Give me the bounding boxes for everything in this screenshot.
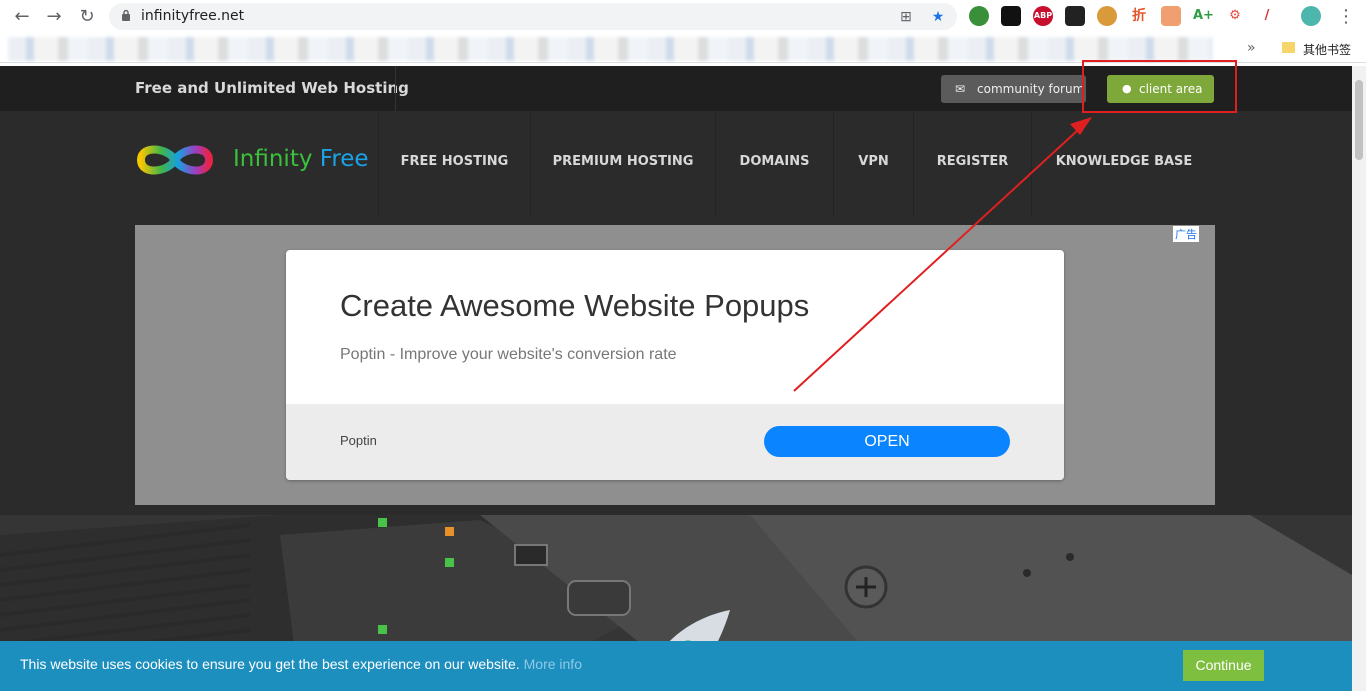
- mask-extension-icon[interactable]: [1065, 6, 1085, 26]
- community-forum-button[interactable]: ✉ community forum: [941, 75, 1086, 103]
- site-logo-text[interactable]: Infinity Free: [233, 146, 369, 172]
- logo-text-free: Free: [319, 146, 369, 172]
- annotation-highlight-box: [1082, 60, 1237, 113]
- site-tagline: Free and Unlimited Web Hosting: [135, 79, 409, 97]
- ad-title[interactable]: Create Awesome Website Popups: [340, 288, 809, 324]
- cookie-extension-icon[interactable]: [1097, 6, 1117, 26]
- ad-card[interactable]: Create Awesome Website Popups Poptin - I…: [286, 250, 1064, 480]
- adblock-plus-icon[interactable]: ABP: [1033, 6, 1053, 26]
- divider: [395, 66, 396, 111]
- forward-icon[interactable]: →: [42, 5, 66, 29]
- page-scrollbar[interactable]: [1352, 66, 1366, 691]
- ad-description: Poptin - Improve your website's conversi…: [340, 346, 677, 363]
- bookmarks-overflow-button[interactable]: »: [1247, 40, 1256, 56]
- nav-register[interactable]: REGISTER: [914, 111, 1031, 216]
- ad-open-button[interactable]: OPEN: [764, 426, 1010, 457]
- ad-advertiser: Poptin: [340, 433, 377, 448]
- discount-extension-icon[interactable]: 折: [1129, 6, 1149, 26]
- cookie-message-text: This website uses cookies to ensure you …: [20, 656, 520, 672]
- reload-icon[interactable]: ↻: [75, 5, 99, 29]
- folder-icon: [1282, 42, 1295, 53]
- ad-badge[interactable]: 广告: [1173, 226, 1199, 242]
- nav-free-hosting[interactable]: FREE HOSTING: [379, 111, 530, 216]
- browser-chrome: ← → ↻ infinityfree.net ⊞ ★ ABP 折 A+ ⚙ / …: [0, 0, 1366, 66]
- pen-extension-icon[interactable]: /: [1257, 6, 1277, 26]
- ad-banner[interactable]: 广告 Create Awesome Website Popups Poptin …: [135, 225, 1215, 505]
- cookie-more-info-link[interactable]: More info: [524, 656, 582, 672]
- bookmark-star-icon[interactable]: ★: [929, 7, 947, 25]
- nav-domains[interactable]: DOMAINS: [716, 111, 833, 216]
- main-navigation: Infinity Free FREE HOSTING PREMIUM HOSTI…: [0, 111, 1352, 216]
- browser-toolbar: ← → ↻ infinityfree.net ⊞ ★ ABP 折 A+ ⚙ / …: [0, 0, 1366, 33]
- url-text: infinityfree.net: [141, 8, 245, 24]
- chat-icon: ✉: [955, 82, 966, 96]
- translate-icon[interactable]: ⊞: [897, 7, 915, 25]
- address-bar[interactable]: infinityfree.net ⊞ ★: [109, 3, 957, 30]
- back-icon[interactable]: ←: [10, 5, 34, 29]
- cookie-message: This website uses cookies to ensure you …: [20, 656, 582, 672]
- profile-avatar[interactable]: [1301, 6, 1321, 26]
- infinity-logo-icon[interactable]: [135, 139, 215, 181]
- cookie-banner: This website uses cookies to ensure you …: [0, 641, 1352, 691]
- lock-icon: [122, 9, 130, 21]
- globe-extension-icon[interactable]: [969, 6, 989, 26]
- menu-icon[interactable]: ⋮: [1334, 5, 1358, 29]
- bookmarks-blurred: [8, 37, 1213, 61]
- nav-premium-hosting[interactable]: PREMIUM HOSTING: [531, 111, 715, 216]
- community-forum-label: community forum: [977, 82, 1085, 96]
- scrollbar-thumb[interactable]: [1355, 80, 1363, 160]
- network-extension-icon[interactable]: ⚙: [1225, 6, 1245, 26]
- tampermonkey-icon[interactable]: [1001, 6, 1021, 26]
- other-bookmarks[interactable]: 其他书签: [1303, 41, 1351, 58]
- logo-text-infinity: Infinity: [233, 146, 313, 172]
- bookmarks-bar: » 其他书签: [0, 33, 1366, 63]
- nav-knowledge-base[interactable]: KNOWLEDGE BASE: [1032, 111, 1216, 216]
- cookie-continue-button[interactable]: Continue: [1183, 650, 1264, 681]
- web-page: Free and Unlimited Web Hosting ✉ communi…: [0, 66, 1352, 691]
- fox-extension-icon[interactable]: [1161, 6, 1181, 26]
- nav-vpn[interactable]: VPN: [834, 111, 913, 216]
- font-extension-icon[interactable]: A+: [1193, 6, 1214, 26]
- ad-footer: Poptin OPEN: [286, 404, 1064, 480]
